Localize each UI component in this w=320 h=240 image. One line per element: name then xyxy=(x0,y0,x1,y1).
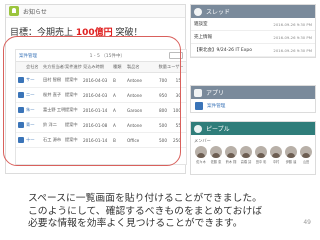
page-number: 49 xyxy=(303,219,311,226)
member-name: 田中 彩 xyxy=(255,160,267,164)
member[interactable]: 高橋 詩 xyxy=(239,146,253,164)
thread-item[interactable]: 【東北会】9/24-26 IT Expo 2016-09-26 9:30 PM xyxy=(191,44,315,57)
app-item[interactable]: 案件管理 xyxy=(191,99,315,112)
member-name: 佐藤 恵 xyxy=(210,160,222,164)
caption-line: スペースに一覧画面を貼り付けることができました。 xyxy=(28,193,262,204)
member[interactable]: 佐々木 xyxy=(194,146,208,164)
member-name: 高橋 詩 xyxy=(240,160,252,164)
thread-item[interactable]: 売上情報 2016-09-26 9:30 PM xyxy=(191,31,315,44)
app-header: アプリ xyxy=(191,86,315,99)
member-name: 中村 xyxy=(272,160,280,164)
member-name: 山田 xyxy=(302,160,310,164)
app-icon xyxy=(194,88,202,97)
caption-line: 必要な情報を効率よく見つけることができます。 xyxy=(28,218,243,229)
member[interactable]: 伊藤 達 xyxy=(284,146,298,164)
avatar xyxy=(300,146,312,158)
thread-title: スレッド xyxy=(206,9,231,16)
member[interactable]: 中村 xyxy=(269,146,283,164)
members-label: メンバー xyxy=(194,138,211,143)
app-tile-icon xyxy=(195,101,203,110)
notice-header: お知らせ xyxy=(6,5,185,18)
avatar xyxy=(225,146,237,158)
avatar xyxy=(195,146,207,158)
avatar xyxy=(240,146,252,158)
member-name: 佐々木 xyxy=(196,160,206,164)
avatar xyxy=(210,146,222,158)
member-name: 伊藤 達 xyxy=(285,160,297,164)
thread-name: 売上情報 xyxy=(194,35,212,40)
app-item-label: 案件管理 xyxy=(207,103,226,109)
people-title: ピープル xyxy=(206,126,230,133)
thread-time: 2016-09-26 9:30 PM xyxy=(273,34,312,40)
thread-name: 【東北会】9/24-26 IT Expo xyxy=(194,48,253,53)
chat-icon xyxy=(194,7,202,16)
thread-time: 2016-09-26 9:30 PM xyxy=(273,21,312,27)
app-panel: アプリ 案件管理 xyxy=(190,85,316,113)
avatar xyxy=(270,146,282,158)
caption: スペースに一覧画面を貼り付けることができました。 このようにして、確認するべきも… xyxy=(28,193,262,231)
notice-title: お知らせ xyxy=(23,8,47,16)
member-name: 鈴木 翔 xyxy=(225,160,237,164)
highlight-oval xyxy=(3,36,181,166)
member[interactable]: 山田 xyxy=(299,146,313,164)
people-panel: ピープル メンバー 佐々木 佐藤 恵鈴木 翔高橋 詩田中 彩 中村 伊藤 達 山田 xyxy=(190,121,316,175)
people-header: ピープル xyxy=(191,122,315,135)
bell-icon xyxy=(9,6,19,16)
avatar xyxy=(285,146,297,158)
slide: お知らせ 目標：今期売上 100億円 突破！ 案件管理 1 - 5 （15件中）… xyxy=(0,0,320,240)
avatar xyxy=(255,146,267,158)
member-avatars: 佐々木 佐藤 恵鈴木 翔高橋 詩田中 彩 中村 伊藤 達 山田 xyxy=(191,146,315,164)
thread-time: 2016-09-26 9:30 PM xyxy=(273,47,312,53)
thread-name: 雑談室 xyxy=(194,22,208,27)
caption-line: このようにして、確認するべきものをまとめておけば xyxy=(28,205,263,217)
app-title: アプリ xyxy=(206,90,225,97)
thread-item[interactable]: 雑談室 2016-09-26 9:30 PM xyxy=(191,18,315,31)
thread-panel: スレッド 雑談室 2016-09-26 9:30 PM 売上情報 2016-09-26… xyxy=(190,4,316,58)
member[interactable]: 佐藤 恵 xyxy=(209,146,223,164)
people-icon xyxy=(194,124,202,133)
member[interactable]: 田中 彩 xyxy=(254,146,268,164)
member[interactable]: 鈴木 翔 xyxy=(224,146,238,164)
thread-list: 雑談室 2016-09-26 9:30 PM 売上情報 2016-09-26 9:30… xyxy=(191,18,315,57)
thread-header: スレッド xyxy=(191,5,315,18)
